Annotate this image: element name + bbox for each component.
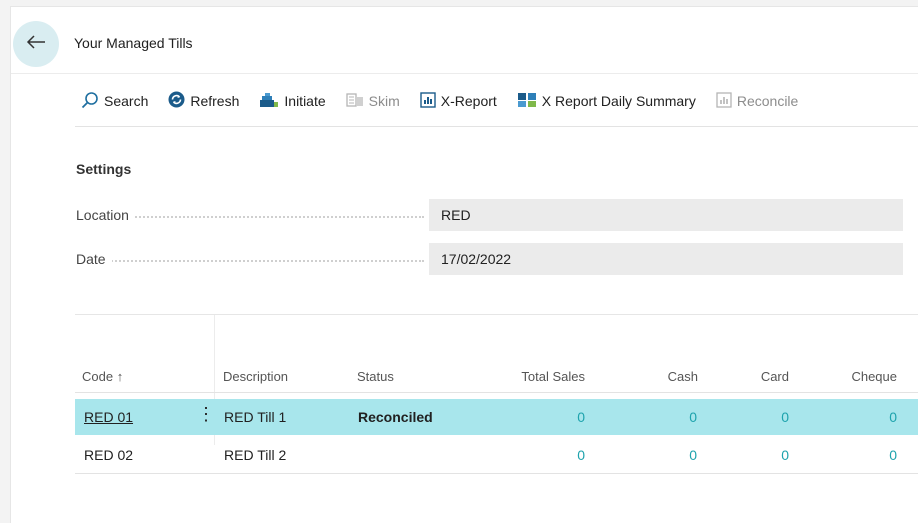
row-description: RED Till 2	[224, 447, 287, 463]
row-card[interactable]: 0	[749, 409, 789, 425]
toolbar-divider	[75, 126, 918, 127]
column-header-code[interactable]: Code ↑	[82, 369, 123, 384]
header-divider	[11, 73, 918, 74]
reconcile-label: Reconcile	[736, 93, 799, 109]
column-header-card[interactable]: Card	[709, 369, 789, 384]
row-total-sales[interactable]: 0	[545, 447, 585, 463]
skim-button[interactable]: Skim	[345, 89, 400, 113]
page-container: Your Managed Tills Search Refresh Initia…	[10, 6, 918, 523]
column-header-cheque[interactable]: Cheque	[811, 369, 897, 384]
date-input[interactable]: 17/02/2022	[429, 243, 903, 275]
column-header-cash[interactable]: Cash	[618, 369, 698, 384]
row-cash[interactable]: 0	[657, 409, 697, 425]
action-toolbar: Search Refresh Initiate Skim X-Report X …	[81, 89, 818, 113]
location-label: Location	[76, 207, 135, 223]
initiate-icon	[259, 92, 284, 111]
location-input[interactable]: RED	[429, 199, 903, 231]
row-code-link[interactable]: RED 01	[84, 409, 133, 425]
x-report-label: X-Report	[440, 93, 497, 109]
header-separator	[75, 392, 918, 393]
initiate-label: Initiate	[284, 93, 326, 109]
row-cash[interactable]: 0	[657, 447, 697, 463]
x-report-daily-summary-label: X Report Daily Summary	[541, 93, 696, 109]
row-card[interactable]: 0	[749, 447, 789, 463]
search-button[interactable]: Search	[81, 89, 148, 113]
field-leader-dots	[76, 260, 424, 262]
daily-summary-icon	[517, 92, 542, 111]
reconcile-button[interactable]: Reconcile	[716, 89, 798, 113]
settings-section-title: Settings	[76, 161, 132, 177]
x-report-daily-summary-button[interactable]: X Report Daily Summary	[517, 89, 696, 113]
back-button[interactable]	[13, 21, 59, 67]
column-header-description[interactable]: Description	[223, 369, 288, 384]
refresh-icon	[168, 91, 190, 111]
initiate-button[interactable]: Initiate	[259, 89, 326, 113]
refresh-label: Refresh	[190, 93, 240, 109]
row-code-link[interactable]: RED 02	[84, 447, 133, 463]
row-status: Reconciled	[358, 409, 433, 425]
table-row[interactable]: RED 02 RED Till 2 0 0 0 0	[75, 437, 918, 473]
row-total-sales[interactable]: 0	[545, 409, 585, 425]
arrow-left-icon	[26, 34, 46, 55]
table-row[interactable]: RED 01 ⋮ RED Till 1 Reconciled 0 0 0 0	[75, 399, 918, 435]
x-report-button[interactable]: X-Report	[420, 89, 497, 113]
report-icon	[420, 91, 441, 111]
row-separator	[75, 473, 918, 474]
row-cheque[interactable]: 0	[857, 447, 897, 463]
column-header-total-sales[interactable]: Total Sales	[491, 369, 585, 384]
date-label: Date	[76, 251, 112, 267]
grid-top-divider	[75, 314, 918, 315]
row-description: RED Till 1	[224, 409, 287, 425]
date-field: Date 17/02/2022	[76, 243, 906, 275]
skim-label: Skim	[368, 93, 400, 109]
row-cheque[interactable]: 0	[857, 409, 897, 425]
location-field: Location RED	[76, 199, 906, 231]
refresh-button[interactable]: Refresh	[168, 89, 239, 113]
skim-icon	[345, 92, 369, 111]
row-actions-ellipsis-icon[interactable]: ⋮	[197, 405, 215, 423]
column-header-status[interactable]: Status	[357, 369, 394, 384]
search-label: Search	[104, 93, 149, 109]
search-icon	[81, 91, 104, 112]
reconcile-icon	[716, 91, 737, 111]
page-title: Your Managed Tills	[74, 35, 193, 51]
